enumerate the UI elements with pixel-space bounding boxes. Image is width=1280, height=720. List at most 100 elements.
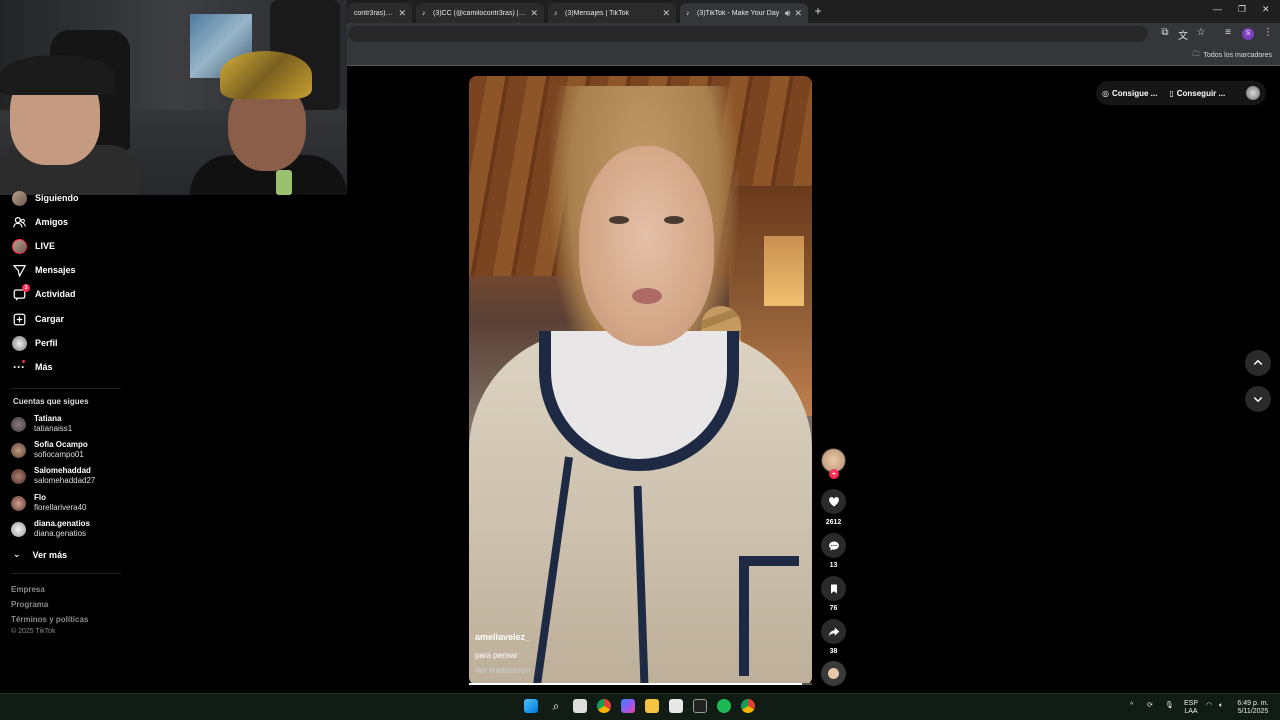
nav-messages[interactable]: Mensajes [11,261,76,279]
webcam-overlay [0,0,347,195]
avatar [11,495,26,511]
clock[interactable]: 6:49 p. m. 5/11/2025 [1234,700,1272,716]
following-account[interactable]: Tatiana tatianaiss1 [11,414,72,434]
like-button[interactable] [821,489,846,514]
window-close-icon[interactable]: ✕ [1262,4,1270,15]
browser-tab[interactable]: ♪ (3)CC (@camilocontr3ras) | TikT ✕ [416,3,544,23]
search-icon[interactable]: ⌕ [549,699,563,713]
account-name: Sofia Ocampo [34,440,88,449]
tab-title: (3)Mensajes | TikTok [565,9,630,17]
browser-tab[interactable]: contr3ras) | TikT ✕ [348,3,412,23]
video-username[interactable]: ameliavelez_ [475,632,530,642]
video-progress-bar[interactable] [469,683,812,685]
translate-icon[interactable]: 文 [1177,27,1189,42]
like-count: 2612 [825,519,842,526]
next-video-button[interactable] [1245,386,1271,412]
get-app-button[interactable]: ▯ Conseguir ... [1169,89,1225,98]
extensions-icon[interactable]: ≡ [1222,27,1234,38]
footer-program-link[interactable]: Programa [11,600,48,609]
get-app-label: Conseguir ... [1176,88,1226,98]
tray-chevron-up-icon[interactable]: ^ [1130,702,1133,710]
nav-more[interactable]: ··· Más [11,358,53,376]
nav-upload[interactable]: Cargar [11,310,64,328]
comment-count: 13 [829,562,838,569]
task-view-icon[interactable] [573,699,587,713]
omnibox[interactable] [348,26,1148,42]
account-handle: sofiocampo01 [34,450,84,459]
see-more-button[interactable]: ⌄ Ver más [13,549,67,560]
following-account[interactable]: Salomehaddad salomehaddad27 [11,466,95,486]
account-name: Flo [34,493,46,502]
footer-terms-link[interactable]: Términos y políticas [11,615,88,624]
star-icon[interactable]: ☆ [1195,27,1207,38]
chrome-profile-icon[interactable] [741,699,755,713]
avatar-icon [11,190,27,206]
copyright: © 2025 TikTok [11,628,56,635]
copilot-icon[interactable] [621,699,635,713]
get-coins-button[interactable]: ◎ Consigue ... [1102,89,1157,98]
heart-icon [828,496,839,506]
browser-tab[interactable]: ♪ (3)Mensajes | TikTok ✕ [548,3,676,23]
nav-label: Amigos [35,217,69,227]
divider [11,573,121,574]
previous-video-button[interactable] [1245,350,1271,376]
spotify-icon[interactable] [717,699,731,713]
share-count: 38 [829,648,838,655]
all-bookmarks[interactable]: 🗀 Todos los marcadores [1193,50,1272,61]
speaker-icon[interactable]: 🔊︎ [785,8,791,19]
store-icon[interactable] [669,699,683,713]
close-icon[interactable]: ✕ [662,8,670,19]
close-icon[interactable]: ✕ [794,8,802,19]
browser-tab-active[interactable]: ♪ (3)TikTok - Make Your Day 🔊︎ ✕ [680,3,808,23]
share-button[interactable] [821,619,846,644]
mic-icon[interactable]: 🎙︎ [1165,702,1174,710]
see-more-label: Ver más [32,549,68,560]
wifi-icon[interactable]: ◠ [1206,702,1212,710]
all-bookmarks-label: Todos los marcadores [1203,52,1272,59]
volume-icon[interactable]: 🔈︎ [1219,702,1223,710]
new-tab-button[interactable]: + [811,4,825,18]
tab-title: contr3ras) | TikT [354,9,394,17]
menu-icon[interactable]: ⋮ [1262,27,1274,38]
profile-avatar[interactable]: S [1242,28,1254,40]
tiktok-icon: ♪ [686,9,690,17]
following-account[interactable]: Flo florellarivera40 [11,493,86,513]
nav-label: Cargar [35,314,65,324]
close-icon[interactable]: ✕ [530,8,538,19]
minimize-icon[interactable]: — [1213,4,1222,14]
language-indicator[interactable]: ESP LAA [1182,700,1200,716]
footer-company-link[interactable]: Empresa [11,585,45,594]
nav-following[interactable]: Siguiendo [11,189,79,207]
user-avatar[interactable] [1246,86,1260,100]
see-translation-link[interactable]: Ver traducción [475,666,531,675]
app-icon[interactable] [693,699,707,713]
nav-friends[interactable]: Amigos [11,213,68,231]
cast-icon[interactable]: ⧉ [1159,27,1171,38]
nav-live[interactable]: LIVE [11,237,55,255]
nav-profile[interactable]: Perfil [11,334,58,352]
account-handle: tatianaiss1 [34,424,73,433]
friends-icon [11,214,27,230]
start-icon[interactable] [524,699,538,713]
language-bottom: LAA [1184,708,1198,715]
nav-label: Siguiendo [35,193,79,203]
streamer-left [0,55,140,195]
sync-icon[interactable]: ⟳ [1147,702,1153,710]
account-name: diana.genatios [34,519,91,528]
follow-plus-icon[interactable]: + [829,469,839,479]
maximize-icon[interactable]: ❐ [1238,4,1246,15]
chrome-icon[interactable] [597,699,611,713]
music-disc-icon[interactable] [821,661,846,686]
following-account[interactable]: Sofia Ocampo sofiocampo01 [11,440,88,460]
account-name: Salomehaddad [34,466,91,475]
nav-label: Actividad [35,289,76,299]
following-account[interactable]: diana.genatios diana.genatios [11,519,90,539]
account-handle: diana.genatios [34,529,87,538]
save-button[interactable] [821,576,846,601]
get-coins-label: Consigue ... [1111,88,1158,98]
nav-activity[interactable]: 3 Actividad [11,284,76,303]
file-explorer-icon[interactable] [645,699,659,713]
video-player[interactable] [469,76,812,685]
comment-button[interactable] [821,533,846,558]
close-icon[interactable]: ✕ [398,8,406,19]
